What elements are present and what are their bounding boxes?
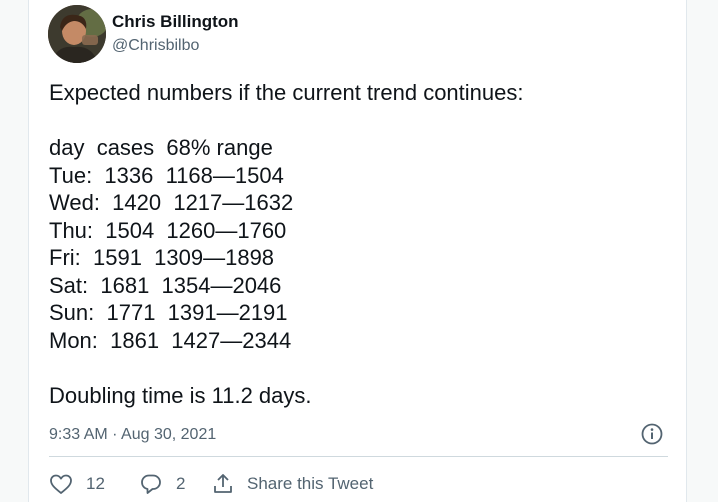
tweet-timestamp[interactable]: 9:33 AM · Aug 30, 2021 <box>49 426 216 444</box>
forecast-row: Mon: 1861 1427—2344 <box>49 327 292 353</box>
table-header: day cases 68% range <box>49 135 273 160</box>
forecast-row: Tue: 1336 1168—1504 <box>49 162 284 188</box>
reply-button[interactable]: 2 <box>139 472 211 496</box>
author-handle[interactable]: @Chrisbilbo <box>112 37 199 55</box>
reply-bubble-icon <box>139 472 163 496</box>
tweet-conclusion: Doubling time is 11.2 days. <box>49 382 312 408</box>
like-button[interactable]: 12 <box>49 473 139 495</box>
author-display-name[interactable]: Chris Billington <box>112 12 239 32</box>
forecast-row: Sun: 1771 1391—2191 <box>49 300 288 325</box>
tweet-text: Expected numbers if the current trend co… <box>49 79 669 409</box>
forecast-row: Sat: 1681 1354—2046 <box>49 272 282 298</box>
reply-count: 2 <box>176 474 186 493</box>
info-icon[interactable] <box>641 423 663 445</box>
action-bar: 12 2 Share this Tweet <box>49 470 373 498</box>
avatar[interactable] <box>48 5 106 63</box>
forecast-row: Wed: 1420 1217—1632 <box>49 190 294 215</box>
share-label: Share this Tweet <box>247 474 374 493</box>
forecast-row: Fri: 1591 1309—1898 <box>49 245 275 270</box>
like-count: 12 <box>86 474 105 493</box>
divider <box>49 456 668 457</box>
forecast-row: Thu: 1504 1260—1760 <box>49 217 287 243</box>
heart-icon <box>49 473 73 495</box>
tweet-card: Chris Billington @Chrisbilbo Expected nu… <box>28 0 687 502</box>
share-button[interactable]: Share this Tweet <box>211 472 373 496</box>
share-upload-icon <box>211 472 235 496</box>
tweet-intro: Expected numbers if the current trend co… <box>49 80 524 105</box>
